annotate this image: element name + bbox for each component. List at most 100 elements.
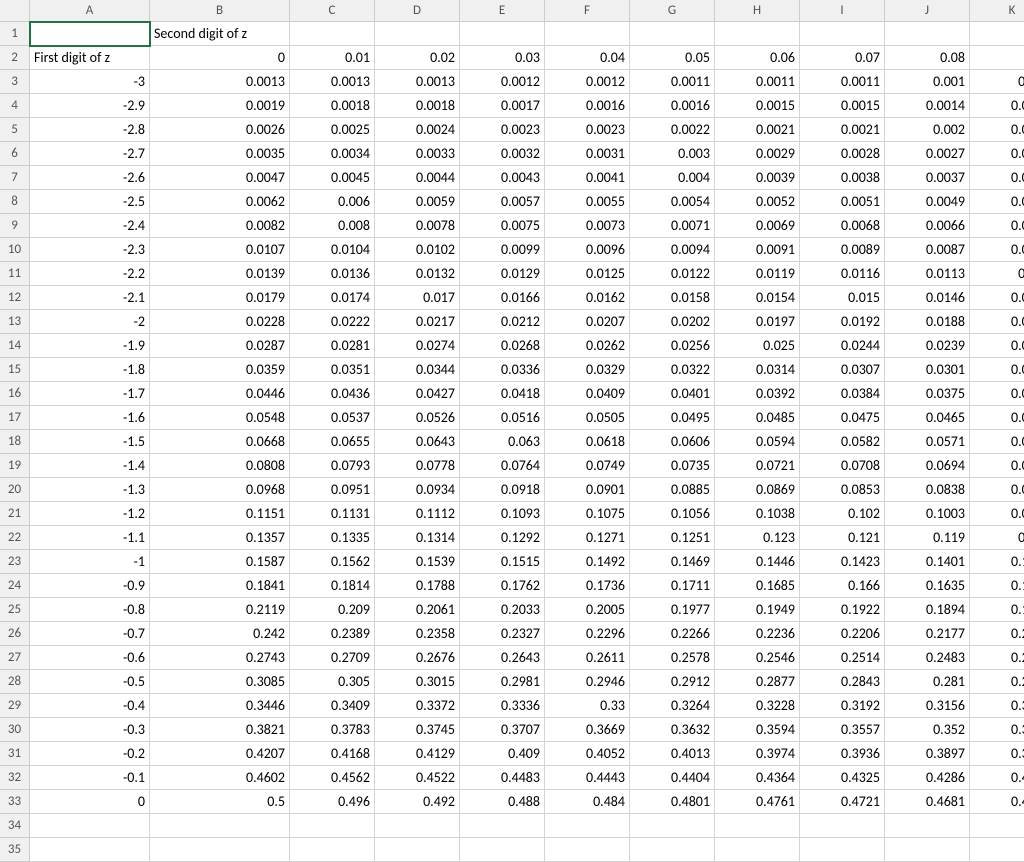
cell-D24[interactable]: 0.1788 — [375, 574, 460, 598]
cell-I12[interactable]: 0.015 — [800, 286, 885, 310]
cell-G6[interactable]: 0.003 — [630, 142, 715, 166]
cell-H35[interactable] — [715, 838, 800, 862]
cell-H31[interactable]: 0.3974 — [715, 742, 800, 766]
cell-K15[interactable]: 0.0294 — [970, 358, 1024, 382]
cell-A32[interactable]: -0.1 — [30, 766, 150, 790]
cell-H21[interactable]: 0.1038 — [715, 502, 800, 526]
cell-I18[interactable]: 0.0582 — [800, 430, 885, 454]
cell-F10[interactable]: 0.0096 — [545, 238, 630, 262]
row-header-18[interactable]: 18 — [0, 430, 30, 454]
cell-K25[interactable]: 0.1867 — [970, 598, 1024, 622]
cell-I20[interactable]: 0.0853 — [800, 478, 885, 502]
cell-K9[interactable]: 0.0064 — [970, 214, 1024, 238]
cell-D21[interactable]: 0.1112 — [375, 502, 460, 526]
cell-F21[interactable]: 0.1075 — [545, 502, 630, 526]
cell-B18[interactable]: 0.0668 — [150, 430, 290, 454]
cell-A9[interactable]: -2.4 — [30, 214, 150, 238]
cell-I33[interactable]: 0.4721 — [800, 790, 885, 814]
cell-I31[interactable]: 0.3936 — [800, 742, 885, 766]
cell-C14[interactable]: 0.0281 — [290, 334, 375, 358]
cell-I13[interactable]: 0.0192 — [800, 310, 885, 334]
cell-J32[interactable]: 0.4286 — [885, 766, 970, 790]
cell-I30[interactable]: 0.3557 — [800, 718, 885, 742]
row-header-20[interactable]: 20 — [0, 478, 30, 502]
cell-H15[interactable]: 0.0314 — [715, 358, 800, 382]
cell-F16[interactable]: 0.0409 — [545, 382, 630, 406]
cell-E34[interactable] — [460, 814, 545, 838]
cell-K20[interactable]: 0.0823 — [970, 478, 1024, 502]
cell-H30[interactable]: 0.3594 — [715, 718, 800, 742]
cell-H2[interactable]: 0.06 — [715, 46, 800, 70]
cell-H29[interactable]: 0.3228 — [715, 694, 800, 718]
cell-B29[interactable]: 0.3446 — [150, 694, 290, 718]
cell-D1[interactable] — [375, 22, 460, 46]
cell-B35[interactable] — [150, 838, 290, 862]
cell-H12[interactable]: 0.0154 — [715, 286, 800, 310]
cell-E6[interactable]: 0.0032 — [460, 142, 545, 166]
cell-J27[interactable]: 0.2483 — [885, 646, 970, 670]
cell-K26[interactable]: 0.2148 — [970, 622, 1024, 646]
cell-I22[interactable]: 0.121 — [800, 526, 885, 550]
cell-C15[interactable]: 0.0351 — [290, 358, 375, 382]
col-header-E[interactable]: E — [460, 0, 545, 22]
row-header-32[interactable]: 32 — [0, 766, 30, 790]
cell-C29[interactable]: 0.3409 — [290, 694, 375, 718]
cell-C19[interactable]: 0.0793 — [290, 454, 375, 478]
spreadsheet-grid[interactable]: ABCDEFGHIJK1Second digit of z2First digi… — [0, 0, 1024, 862]
cell-C23[interactable]: 0.1562 — [290, 550, 375, 574]
cell-H11[interactable]: 0.0119 — [715, 262, 800, 286]
cell-J28[interactable]: 0.281 — [885, 670, 970, 694]
cell-A29[interactable]: -0.4 — [30, 694, 150, 718]
cell-E18[interactable]: 0.063 — [460, 430, 545, 454]
cell-F8[interactable]: 0.0055 — [545, 190, 630, 214]
cell-E23[interactable]: 0.1515 — [460, 550, 545, 574]
cell-I6[interactable]: 0.0028 — [800, 142, 885, 166]
cell-E33[interactable]: 0.488 — [460, 790, 545, 814]
cell-J25[interactable]: 0.1894 — [885, 598, 970, 622]
cell-B11[interactable]: 0.0139 — [150, 262, 290, 286]
cell-C6[interactable]: 0.0034 — [290, 142, 375, 166]
cell-G4[interactable]: 0.0016 — [630, 94, 715, 118]
cell-E3[interactable]: 0.0012 — [460, 70, 545, 94]
cell-B20[interactable]: 0.0968 — [150, 478, 290, 502]
cell-D34[interactable] — [375, 814, 460, 838]
cell-K5[interactable]: 0.0019 — [970, 118, 1024, 142]
cell-J8[interactable]: 0.0049 — [885, 190, 970, 214]
cell-F12[interactable]: 0.0162 — [545, 286, 630, 310]
cell-E22[interactable]: 0.1292 — [460, 526, 545, 550]
cell-C20[interactable]: 0.0951 — [290, 478, 375, 502]
cell-D33[interactable]: 0.492 — [375, 790, 460, 814]
cell-G23[interactable]: 0.1469 — [630, 550, 715, 574]
cell-C7[interactable]: 0.0045 — [290, 166, 375, 190]
cell-B34[interactable] — [150, 814, 290, 838]
col-header-A[interactable]: A — [30, 0, 150, 22]
cell-J24[interactable]: 0.1635 — [885, 574, 970, 598]
cell-I5[interactable]: 0.0021 — [800, 118, 885, 142]
cell-F13[interactable]: 0.0207 — [545, 310, 630, 334]
cell-F14[interactable]: 0.0262 — [545, 334, 630, 358]
cell-E27[interactable]: 0.2643 — [460, 646, 545, 670]
cell-G8[interactable]: 0.0054 — [630, 190, 715, 214]
cell-C8[interactable]: 0.006 — [290, 190, 375, 214]
cell-C16[interactable]: 0.0436 — [290, 382, 375, 406]
cell-A5[interactable]: -2.8 — [30, 118, 150, 142]
cell-F26[interactable]: 0.2296 — [545, 622, 630, 646]
cell-C3[interactable]: 0.0013 — [290, 70, 375, 94]
cell-K3[interactable]: 0.001 — [970, 70, 1024, 94]
cell-C12[interactable]: 0.0174 — [290, 286, 375, 310]
row-header-3[interactable]: 3 — [0, 70, 30, 94]
cell-A1[interactable] — [30, 22, 150, 46]
cell-E4[interactable]: 0.0017 — [460, 94, 545, 118]
cell-C30[interactable]: 0.3783 — [290, 718, 375, 742]
cell-I15[interactable]: 0.0307 — [800, 358, 885, 382]
cell-F34[interactable] — [545, 814, 630, 838]
row-header-22[interactable]: 22 — [0, 526, 30, 550]
cell-H24[interactable]: 0.1685 — [715, 574, 800, 598]
cell-K6[interactable]: 0.0026 — [970, 142, 1024, 166]
cell-I21[interactable]: 0.102 — [800, 502, 885, 526]
cell-F22[interactable]: 0.1271 — [545, 526, 630, 550]
row-header-31[interactable]: 31 — [0, 742, 30, 766]
row-header-26[interactable]: 26 — [0, 622, 30, 646]
cell-A6[interactable]: -2.7 — [30, 142, 150, 166]
cell-A20[interactable]: -1.3 — [30, 478, 150, 502]
